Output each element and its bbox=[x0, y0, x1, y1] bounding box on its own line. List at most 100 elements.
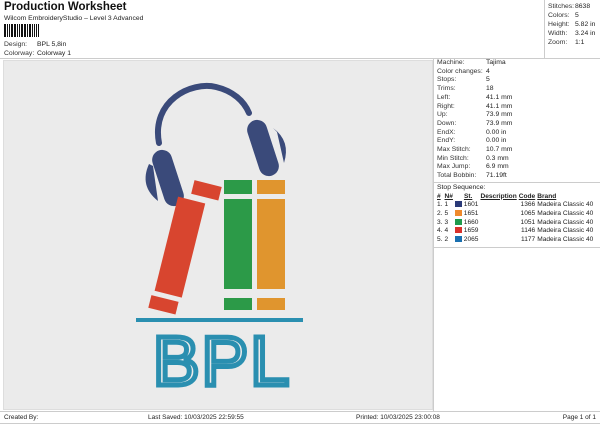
machine-label: Up: bbox=[437, 111, 448, 119]
machine-value: 41.1 mm bbox=[486, 93, 513, 101]
machine-row: Up: 73.9 mm bbox=[437, 111, 600, 120]
stitch-cell: 1651 bbox=[454, 210, 481, 219]
machine-row: Min Stitch: 0.3 mm bbox=[437, 155, 600, 164]
green-book bbox=[224, 180, 252, 310]
machine-label: Color changes: bbox=[437, 67, 483, 75]
table-row: 3. 3 1660 1051 Madeira Classic 40 bbox=[437, 218, 595, 228]
brand: Madeira Classic 40 bbox=[537, 210, 594, 218]
code: 1146 bbox=[521, 227, 536, 235]
printed-date: Printed: 10/03/2025 23:00:08 bbox=[356, 414, 440, 421]
machine-row: EndX: 0.00 in bbox=[437, 129, 600, 138]
col-header: Brand bbox=[537, 192, 557, 200]
design-text: BPL bbox=[153, 322, 291, 400]
machine-row: Max Jump: 6.9 mm bbox=[437, 163, 600, 172]
machine-row: Max Stitch: 10.7 mm bbox=[437, 146, 600, 155]
needle-number: 2 bbox=[444, 236, 449, 244]
colorway-value: Colorway 1 bbox=[37, 50, 71, 57]
col-header: Description bbox=[480, 192, 517, 200]
stop-number: 4. bbox=[437, 227, 443, 235]
machine-label: Left: bbox=[437, 93, 451, 101]
footer: Created By: Last Saved: 10/03/2025 22:59… bbox=[0, 411, 600, 424]
headphone-band bbox=[154, 83, 252, 146]
stop-sequence-title: Stop Sequence: bbox=[434, 181, 600, 193]
last-saved: Last Saved: 10/03/2025 22:59:55 bbox=[148, 414, 244, 421]
machine-value: 6.9 mm bbox=[486, 163, 509, 171]
stat-row: Colors: 5 bbox=[548, 11, 600, 20]
software-subtitle: Wilcom EmbroideryStudio – Level 3 Advanc… bbox=[4, 15, 144, 22]
machine-value: Tajima bbox=[486, 59, 506, 66]
machine-label: Down: bbox=[437, 119, 457, 127]
needle-number: 1 bbox=[444, 201, 449, 209]
color-swatch bbox=[454, 227, 462, 234]
stat-label: Width: bbox=[548, 30, 568, 37]
machine-value: 0.3 mm bbox=[486, 154, 509, 162]
machine-value: 18 bbox=[486, 85, 494, 93]
machine-row: Machine: Tajima bbox=[437, 59, 600, 68]
stat-row: Zoom: 1:1 bbox=[548, 38, 600, 47]
machine-row: Total Bobbin: 71.19ft bbox=[437, 172, 600, 181]
stitch-cell: 1601 bbox=[454, 201, 481, 210]
machine-value: 73.9 mm bbox=[486, 111, 513, 119]
machine-label: Stops: bbox=[437, 76, 457, 84]
machine-value: 5 bbox=[486, 76, 490, 84]
col-header: N# bbox=[444, 192, 453, 200]
needle-number: 5 bbox=[444, 210, 449, 218]
machine-value: 0.00 in bbox=[486, 137, 507, 145]
machine-value: 4 bbox=[486, 67, 490, 75]
description bbox=[480, 219, 518, 228]
code: 1051 bbox=[520, 218, 536, 226]
stats-box: Stitches: 8638 Colors: 5 Height: 5.82 in Wi… bbox=[544, 0, 600, 59]
stop-sequence-table: # N# St. Description Code Brand 1. 1 1601… bbox=[437, 193, 595, 245]
red-book bbox=[148, 180, 222, 315]
stat-row: Height: 5.82 in bbox=[548, 20, 600, 29]
design-value: BPL 5,8in bbox=[37, 41, 67, 48]
stop-number: 1. bbox=[437, 201, 443, 209]
color-swatch bbox=[454, 201, 462, 208]
info-panel: Machine: Tajima Color changes: 4 Stops: 5 Trim… bbox=[433, 58, 600, 412]
thread-number: 1601 bbox=[463, 201, 479, 209]
stat-value: 5 bbox=[575, 12, 579, 19]
col-header: Code bbox=[518, 192, 536, 200]
brand: Madeira Classic 40 bbox=[537, 227, 594, 235]
orange-book bbox=[257, 180, 285, 310]
page-number: Page 1 of 1 bbox=[562, 414, 596, 421]
stat-row: Width: 3.24 in bbox=[548, 29, 600, 38]
description bbox=[480, 236, 518, 245]
brand: Madeira Classic 40 bbox=[537, 236, 594, 244]
machine-row: Stops: 5 bbox=[437, 76, 600, 85]
machine-row: Left: 41.1 mm bbox=[437, 94, 600, 103]
brand: Madeira Classic 40 bbox=[537, 201, 594, 209]
code: 1065 bbox=[520, 210, 536, 218]
machine-label: Max Jump: bbox=[437, 163, 471, 171]
machine-row: Trims: 18 bbox=[437, 85, 600, 94]
colorway-label: Colorway: bbox=[4, 50, 35, 57]
stat-label: Height: bbox=[548, 21, 570, 28]
table-header: # N# St. Description Code Brand bbox=[437, 193, 595, 202]
col-header: St. bbox=[463, 192, 473, 200]
machine-row: Right: 41.1 mm bbox=[437, 103, 600, 112]
machine-label: Trims: bbox=[437, 85, 456, 93]
design-label: Design: bbox=[4, 41, 28, 48]
colorway-row: Colorway: Colorway 1 bbox=[4, 49, 71, 58]
stat-label: Stitches: bbox=[548, 3, 575, 10]
machine-label: Right: bbox=[437, 102, 455, 110]
stitch-cell: 1659 bbox=[454, 227, 481, 236]
machine-row: Color changes: 4 bbox=[437, 68, 600, 77]
embroidery-design: BPL bbox=[136, 83, 303, 403]
stat-label: Colors: bbox=[548, 12, 570, 19]
barcode-bar bbox=[39, 24, 40, 37]
color-swatch bbox=[454, 210, 462, 217]
code: 1366 bbox=[520, 201, 536, 209]
machine-label: Max Stitch: bbox=[437, 146, 471, 154]
machine-value: 71.19ft bbox=[486, 172, 507, 180]
design-preview: BPL bbox=[3, 60, 433, 410]
created-by: Created By: bbox=[4, 414, 39, 421]
color-swatch bbox=[454, 218, 462, 225]
description bbox=[480, 210, 518, 219]
machine-label: EndY: bbox=[437, 137, 456, 145]
code: 1177 bbox=[521, 236, 536, 244]
machine-details: Machine: Tajima Color changes: 4 Stops: 5 Trim… bbox=[434, 59, 600, 181]
stop-number: 2. bbox=[437, 210, 443, 218]
machine-value: 0.00 in bbox=[486, 128, 507, 136]
machine-label: EndX: bbox=[437, 128, 456, 136]
